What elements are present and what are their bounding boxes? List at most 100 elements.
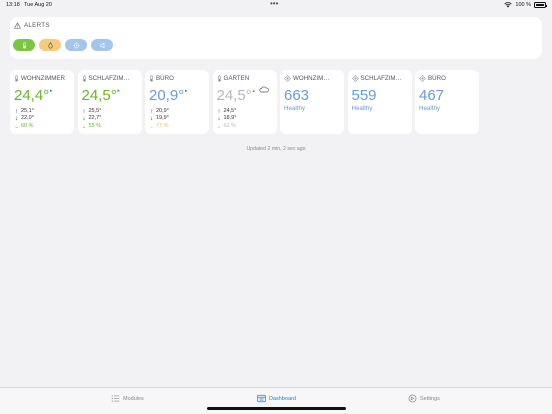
alert-chip-sensor[interactable]	[65, 39, 87, 51]
thermometer-icon	[15, 75, 18, 82]
sensor-icon	[419, 75, 426, 82]
min-temp: 19,9°	[156, 115, 169, 122]
temperature-value: 20,9°	[149, 87, 185, 104]
tab-label: Dashboard	[269, 395, 296, 402]
temp-card-garten[interactable]: GARTEN 24,5° ▴ ↑ 24,5° ↓ 18,9° 💧︎ 62 %	[212, 70, 277, 134]
tab-dashboard[interactable]: Dashboard	[257, 394, 296, 403]
card-header: BÜRO	[149, 75, 174, 82]
humidity-value: 60 %	[21, 122, 34, 129]
max-temp: 25,5°	[88, 108, 102, 114]
thermometer-icon	[82, 75, 86, 82]
card-stats: ↑ 25,5° ↓ 22,7° 💧︎ 55 %	[82, 108, 102, 130]
droplet-icon: 💧︎	[150, 122, 153, 130]
droplet-icon: 💧︎	[15, 122, 18, 130]
sensor-icon	[284, 75, 291, 82]
co2-value: 467	[419, 87, 445, 104]
arrow-down-icon: ↓	[149, 115, 154, 123]
arrow-down-icon: ↓	[14, 115, 19, 123]
min-temp: 22,7°	[88, 115, 102, 122]
droplet-icon: 💧︎	[82, 122, 86, 130]
card-room-name: SCHLAFZIM…	[88, 75, 130, 82]
temp-card-schlafzimmer[interactable]: SCHLAFZIM… 24,5° ▸ ↑ 25,5° ↓ 22,7° 💧︎ 55 %	[77, 70, 142, 134]
tab-label: Modules	[123, 395, 144, 402]
card-header: BÜRO	[419, 75, 446, 82]
co2-card-buero[interactable]: BÜRO 467 Healthy	[415, 70, 479, 134]
thermometer-icon	[22, 41, 26, 48]
temperature-value: 24,5°	[216, 87, 252, 104]
trend-icon: ▸	[117, 88, 121, 94]
trend-icon: ▸	[185, 88, 188, 94]
card-stats: ↑ 25,1° ↓ 22,0° 💧︎ 60 %	[14, 108, 34, 130]
warning-icon	[14, 22, 21, 29]
droplet-icon	[47, 41, 53, 48]
arrow-up-icon: ↑	[149, 108, 154, 115]
humidity-value: 55 %	[88, 122, 102, 129]
co2-card-schlafzimmer[interactable]: SCHLAFZIM… 559 Healthy	[347, 70, 412, 134]
droplet-icon: 💧︎	[217, 122, 221, 130]
alerts-header: ALERTS	[14, 22, 50, 29]
card-header: WOHNZIMMER	[14, 75, 65, 82]
trend-icon: ▴	[252, 88, 256, 94]
status-time: 13:18	[6, 2, 20, 8]
home-indicator[interactable]	[207, 407, 346, 410]
card-room-name: BÜRO	[156, 75, 174, 82]
last-updated-text: Updated 2 min, 2 sec ago	[246, 146, 306, 152]
status-right: 100 %	[504, 2, 547, 8]
alert-chip-humidity[interactable]	[39, 39, 61, 51]
alerts-panel: ALERTS	[10, 17, 542, 59]
thermometer-icon	[150, 75, 153, 82]
temp-card-wohnzimmer[interactable]: WOHNZIMMER 24,4° ▸ ↑ 25,1° ↓ 22,0° 💧︎ 60 %	[10, 70, 74, 134]
temp-card-buero[interactable]: BÜRO 20,9° ▸ ↑ 20,9° ↓ 19,9° 💧︎ 77 %	[145, 70, 209, 134]
card-room-name: SCHLAFZIM…	[360, 75, 402, 82]
air-quality-status: Healthy	[419, 105, 440, 112]
tab-label: Settings	[420, 395, 440, 402]
temperature-value: 24,5°	[81, 87, 117, 104]
alerts-title: ALERTS	[24, 22, 50, 29]
card-room-name: GARTEN	[223, 75, 250, 82]
min-temp: 22,0°	[21, 115, 34, 122]
humidity-value: 62 %	[223, 122, 237, 129]
multitasking-dots[interactable]: •••	[270, 0, 278, 8]
thermometer-icon	[217, 75, 221, 82]
list-icon	[111, 395, 120, 402]
sensor-icon	[72, 41, 80, 49]
card-room-name: BÜRO	[428, 75, 446, 82]
sensor-icon	[351, 75, 359, 82]
air-quality-status: Healthy	[284, 105, 305, 112]
arrow-down-icon: ↓	[82, 115, 86, 123]
card-stats: ↑ 20,9° ↓ 19,9° 💧︎ 77 %	[149, 108, 169, 130]
alert-chip-sound[interactable]	[91, 39, 113, 51]
status-bar: 13:18 Tue Aug 20 ••• 100 %	[0, 0, 552, 10]
card-header: SCHLAFZIM…	[351, 75, 402, 82]
trend-icon: ▸	[50, 88, 53, 94]
speaker-icon	[99, 42, 104, 48]
humidity-value: 77 %	[156, 122, 169, 129]
tab-settings[interactable]: Settings	[408, 394, 440, 403]
alert-chip-temperature[interactable]	[13, 39, 35, 51]
co2-value: 663	[284, 87, 310, 104]
card-room-name: WOHNZIMMER	[21, 75, 65, 82]
alert-chips	[13, 39, 113, 51]
max-temp: 20,9°	[156, 108, 169, 114]
card-room-name: WOHNZIM…	[293, 75, 330, 82]
wifi-icon	[504, 2, 513, 8]
sensor-cards: WOHNZIMMER 24,4° ▸ ↑ 25,1° ↓ 22,0° 💧︎ 60 % …	[10, 70, 479, 134]
co2-value: 559	[351, 87, 377, 104]
arrow-up-icon: ↑	[14, 108, 19, 115]
status-date: Tue Aug 20	[24, 2, 52, 8]
co2-card-wohnzimmer[interactable]: WOHNZIM… 663 Healthy	[280, 70, 344, 134]
arrow-up-icon: ↑	[217, 108, 221, 115]
air-quality-status: Healthy	[351, 105, 373, 112]
min-temp: 18,9°	[223, 115, 237, 122]
max-temp: 24,5°	[223, 108, 237, 114]
battery-icon	[534, 2, 547, 8]
card-stats: ↑ 24,5° ↓ 18,9° 💧︎ 62 %	[217, 108, 237, 130]
arrow-up-icon: ↑	[82, 108, 86, 115]
settings-icon	[408, 394, 417, 403]
card-header: SCHLAFZIM…	[82, 75, 130, 82]
card-header: GARTEN	[217, 75, 250, 82]
cloud-icon	[259, 86, 269, 93]
tab-modules[interactable]: Modules	[111, 394, 144, 403]
battery-percent: 100 %	[515, 2, 531, 8]
max-temp: 25,1°	[21, 108, 34, 114]
